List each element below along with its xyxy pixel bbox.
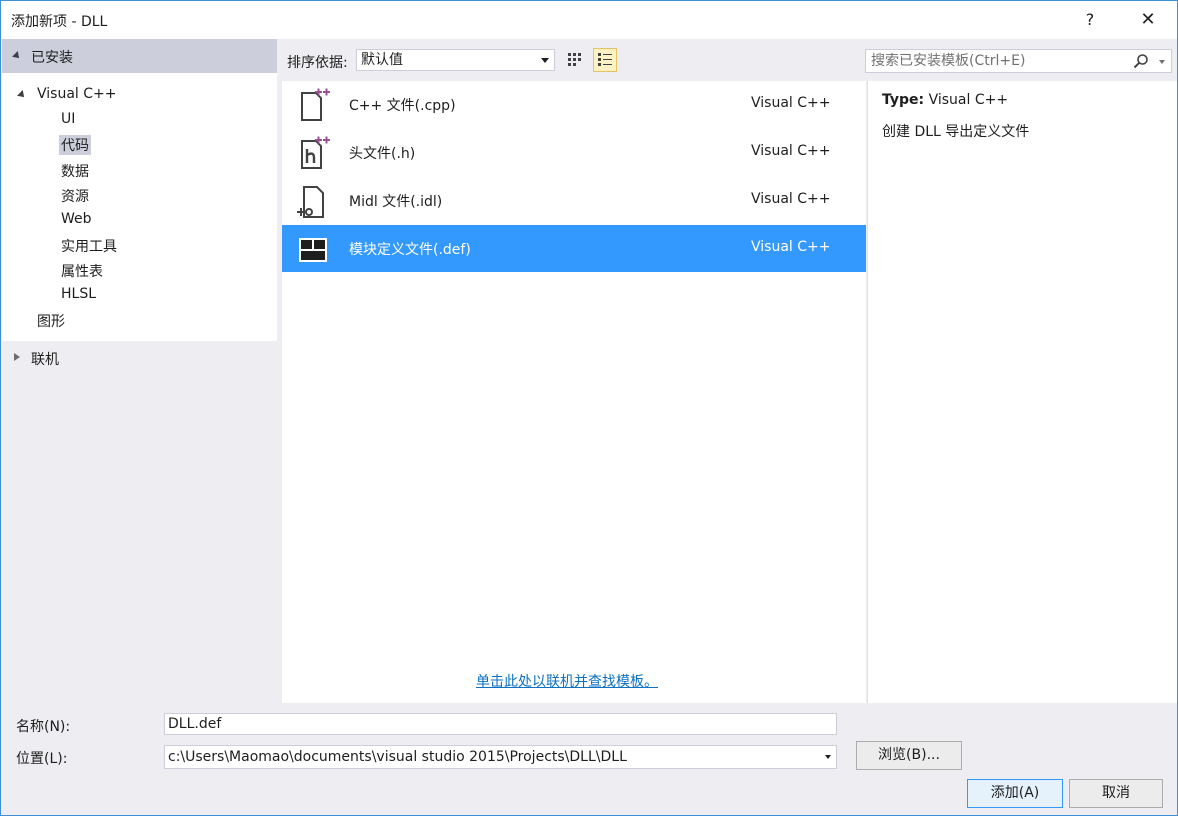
template-language: Visual C++ <box>751 239 831 255</box>
template-type: Type: Visual C++ <box>882 92 1008 108</box>
template-description: 创建 DLL 导出定义文件 <box>882 124 1030 140</box>
location-field-value: c:\Users\Maomao\documents\visual studio … <box>168 749 627 765</box>
name-label: 名称(N): <box>16 719 71 735</box>
template-language: Visual C++ <box>751 143 831 159</box>
installed-label: 已安装 <box>31 50 73 66</box>
small-icons-view-button[interactable] <box>563 48 587 72</box>
list-view-button[interactable] <box>593 48 617 72</box>
tree-item-ui[interactable]: UI <box>61 111 75 127</box>
tree-item-web[interactable]: Web <box>61 211 92 227</box>
sort-dropdown[interactable]: 默认值 <box>356 49 555 71</box>
window-title: 添加新项 - DLL <box>11 14 108 30</box>
tree-item-visual-cpp[interactable]: Visual C++ <box>37 86 116 102</box>
chevron-down-icon <box>825 755 831 759</box>
installed-section-header[interactable]: 已安装 <box>2 39 277 73</box>
help-button[interactable]: ? <box>1076 8 1104 32</box>
template-description-panel: Type: Visual C++ 创建 DLL 导出定义文件 <box>867 81 1177 703</box>
chevron-down-icon <box>541 58 549 63</box>
tree-item-code[interactable]: 代码 <box>59 135 91 155</box>
template-language: Visual C++ <box>751 191 831 207</box>
find-templates-online-link[interactable]: 单击此处以联机并查找模板。 <box>476 671 658 691</box>
idl-file-icon <box>297 186 324 218</box>
installed-tree-panel: 已安装 Visual C++ UI 代码 数据 资源 Web 实用工具 属性表 … <box>2 39 277 341</box>
template-item-cpp[interactable]: C++ 文件(.cpp) Visual C++ <box>282 81 866 128</box>
template-name: 头文件(.h) <box>349 146 416 162</box>
template-item-idl[interactable]: Midl 文件(.idl) Visual C++ <box>282 177 866 224</box>
template-language: Visual C++ <box>751 95 831 111</box>
chevron-down-icon <box>1159 60 1165 64</box>
type-value: Visual C++ <box>928 92 1009 108</box>
add-button[interactable]: 添加(A) <box>967 779 1063 808</box>
tree-item-utility[interactable]: 实用工具 <box>61 236 117 256</box>
cancel-button[interactable]: 取消 <box>1069 779 1163 808</box>
close-button[interactable]: ✕ <box>1134 8 1162 32</box>
sort-label: 排序依据: <box>287 55 348 71</box>
browse-button[interactable]: 浏览(B)... <box>856 741 962 770</box>
template-category-tree: 已安装 Visual C++ UI 代码 数据 资源 Web 实用工具 属性表 … <box>2 39 277 703</box>
cpp-file-icon <box>301 88 330 121</box>
location-field[interactable]: c:\Users\Maomao\documents\visual studio … <box>164 745 837 769</box>
grid-view-icon <box>568 53 581 66</box>
expanded-arrow-icon[interactable] <box>17 90 27 100</box>
template-toolbar: 排序依据: 默认值 搜索已安装模板(Ctrl+E) <box>282 39 1177 81</box>
type-label: Type: <box>882 92 925 108</box>
online-section-header[interactable]: 联机 <box>2 343 277 371</box>
list-view-icon <box>598 53 612 66</box>
tree-item-data[interactable]: 数据 <box>61 161 89 181</box>
tree-item-property-sheet[interactable]: 属性表 <box>61 261 103 281</box>
title-bar: 添加新项 - DLL ? ✕ <box>1 1 1177 39</box>
search-icon <box>1133 54 1148 69</box>
sort-dropdown-value: 默认值 <box>361 52 403 68</box>
tree-item-resource[interactable]: 资源 <box>61 186 89 206</box>
def-file-icon <box>299 238 327 262</box>
collapsed-arrow-icon <box>14 353 20 361</box>
name-field[interactable]: DLL.def <box>164 713 837 735</box>
online-label: 联机 <box>31 352 59 368</box>
name-field-value: DLL.def <box>168 716 222 732</box>
expanded-arrow-icon <box>12 51 22 61</box>
template-item-def[interactable]: 模块定义文件(.def) Visual C++ <box>282 225 866 272</box>
template-name: 模块定义文件(.def) <box>349 242 471 258</box>
add-new-item-dialog: 添加新项 - DLL ? ✕ 已安装 Visual C++ UI 代码 数据 资… <box>0 0 1178 816</box>
template-name: Midl 文件(.idl) <box>349 194 443 210</box>
location-label: 位置(L): <box>16 751 68 767</box>
template-list: C++ 文件(.cpp) Visual C++ 头文件(.h) Visual C… <box>282 81 866 703</box>
template-name: C++ 文件(.cpp) <box>349 98 456 114</box>
tree-item-graphics[interactable]: 图形 <box>37 311 65 331</box>
tree-item-hlsl[interactable]: HLSL <box>61 286 96 302</box>
search-installed-templates-input[interactable]: 搜索已安装模板(Ctrl+E) <box>865 49 1172 73</box>
search-placeholder: 搜索已安装模板(Ctrl+E) <box>871 53 1026 69</box>
template-item-header[interactable]: 头文件(.h) Visual C++ <box>282 129 866 176</box>
header-file-icon <box>301 136 330 169</box>
item-details-form: 名称(N): DLL.def 位置(L): c:\Users\Maomao\do… <box>2 703 1177 815</box>
